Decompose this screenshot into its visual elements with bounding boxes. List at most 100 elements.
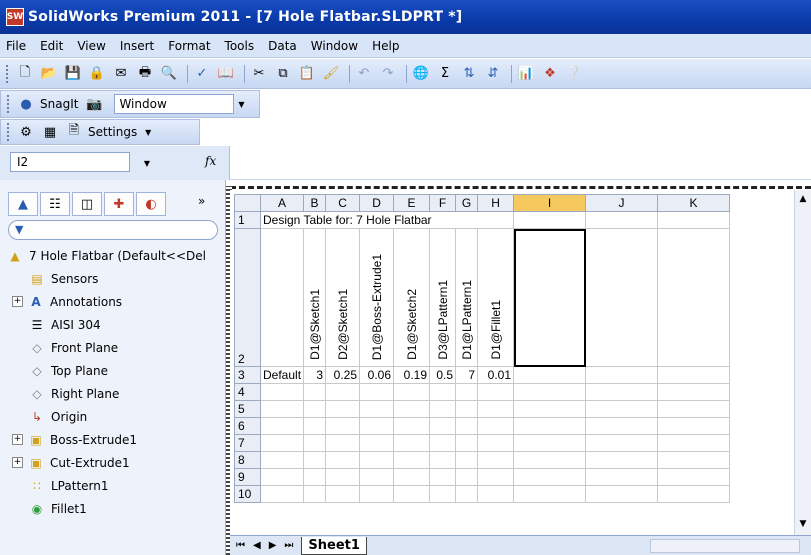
value-cell[interactable]: 0.5 — [429, 366, 457, 384]
col-header-j[interactable]: J — [585, 194, 659, 212]
sort-ascending-icon[interactable]: ⇅ — [459, 64, 479, 84]
last-sheet-icon[interactable]: ⏭ — [284, 540, 293, 551]
help-icon[interactable]: ❔ — [564, 64, 584, 84]
sheet-tab[interactable]: Sheet1 — [301, 536, 367, 555]
menu-window[interactable]: Window — [311, 39, 358, 53]
cell[interactable] — [513, 211, 587, 229]
menu-help[interactable]: Help — [372, 39, 399, 53]
expand-icon[interactable]: + — [12, 457, 23, 468]
cell[interactable] — [657, 366, 731, 384]
cut-icon[interactable]: ✂ — [249, 64, 269, 84]
value-cell[interactable]: 0.06 — [359, 366, 395, 384]
col-header-i[interactable]: I — [513, 194, 587, 212]
window-select[interactable]: Window — [114, 94, 235, 114]
vertical-scrollbar[interactable]: ▲ ▼ — [794, 190, 811, 535]
table-icon[interactable]: ▦ — [40, 122, 60, 142]
configuration-manager-tab-icon[interactable]: ◫ — [72, 192, 102, 216]
cell[interactable] — [657, 228, 731, 367]
menu-view[interactable]: View — [77, 39, 105, 53]
param-cell[interactable]: D1@LPattern1 — [455, 228, 479, 367]
value-cell[interactable]: 0.25 — [325, 366, 361, 384]
format-painter-icon[interactable]: 🖌 — [321, 64, 341, 84]
config-cell[interactable]: Default — [259, 366, 305, 384]
select-all-corner[interactable] — [234, 194, 261, 212]
first-sheet-icon[interactable]: ⏮ — [236, 540, 245, 551]
drawing-icon[interactable]: ❖ — [540, 64, 560, 84]
col-header-h[interactable]: H — [477, 194, 515, 212]
menu-data[interactable]: Data — [268, 39, 297, 53]
tree-item-material[interactable]: ☰ AISI 304 — [6, 313, 224, 336]
undo-icon[interactable]: ↶ — [354, 64, 374, 84]
row-header[interactable]: 10 — [234, 485, 261, 503]
expand-icon[interactable]: + — [12, 434, 23, 445]
function-icon[interactable]: fx — [205, 154, 216, 168]
name-box[interactable]: I2 — [10, 152, 130, 172]
filter-icon[interactable]: ▼ — [15, 223, 23, 236]
menu-file[interactable]: File — [6, 39, 26, 53]
param-cell[interactable]: D1@Fillet1 — [477, 228, 515, 367]
autosum-icon[interactable]: Σ — [435, 64, 455, 84]
formula-input[interactable] — [230, 146, 811, 180]
row-header[interactable]: 4 — [234, 383, 261, 401]
tree-item-top-plane[interactable]: ◇ Top Plane — [6, 359, 224, 382]
tree-item-fillet[interactable]: ◉ Fillet1 — [6, 497, 224, 520]
print-preview-icon[interactable]: 🔍 — [159, 64, 179, 84]
col-header-e[interactable]: E — [393, 194, 431, 212]
design-table-title[interactable]: Design Table for: 7 Hole Flatbar — [259, 211, 515, 229]
toolbar-grip[interactable] — [7, 95, 10, 113]
next-sheet-icon[interactable]: ▶ — [269, 540, 277, 551]
menu-insert[interactable]: Insert — [120, 39, 154, 53]
col-header-a[interactable]: A — [259, 194, 305, 212]
row-header[interactable]: 8 — [234, 451, 261, 469]
chart-wizard-icon[interactable]: 📊 — [516, 64, 536, 84]
col-header-c[interactable]: C — [325, 194, 361, 212]
save-icon[interactable]: 💾 — [63, 64, 83, 84]
display-manager-tab-icon[interactable]: ◐ — [136, 192, 166, 216]
prev-sheet-icon[interactable]: ◀ — [253, 540, 261, 551]
tree-item-origin[interactable]: ↳ Origin — [6, 405, 224, 428]
print-icon[interactable]: 🖶 — [135, 64, 155, 84]
row-header[interactable]: 2 — [234, 228, 261, 367]
cell[interactable] — [513, 366, 587, 384]
paste-icon[interactable]: 📋 — [297, 64, 317, 84]
sort-descending-icon[interactable]: ⇵ — [483, 64, 503, 84]
param-cell[interactable]: D1@Sketch1 — [303, 228, 327, 367]
col-header-b[interactable]: B — [303, 194, 327, 212]
menu-tools[interactable]: Tools — [225, 39, 255, 53]
more-tabs-icon[interactable]: » — [198, 194, 205, 208]
menu-format[interactable]: Format — [168, 39, 210, 53]
tree-item-right-plane[interactable]: ◇ Right Plane — [6, 382, 224, 405]
new-icon[interactable]: 🗋 — [15, 64, 35, 84]
feature-manager-tab-icon[interactable]: ▲ — [8, 192, 38, 216]
settings-button[interactable]: Settings — [88, 125, 137, 139]
filter-box[interactable]: ▼ — [8, 220, 218, 240]
param-cell[interactable]: D1@Sketch2 — [393, 228, 431, 367]
scroll-up-icon[interactable]: ▲ — [795, 194, 811, 208]
tree-item-annotations[interactable]: + A Annotations — [6, 290, 224, 313]
cell[interactable] — [657, 211, 731, 229]
snagit-label[interactable]: SnagIt — [40, 97, 78, 111]
col-header-k[interactable]: K — [657, 194, 731, 212]
cell[interactable] — [259, 228, 305, 367]
cell[interactable] — [585, 366, 659, 384]
row-header[interactable]: 1 — [234, 211, 261, 229]
toolbar-grip[interactable] — [6, 64, 9, 83]
col-header-f[interactable]: F — [429, 194, 457, 212]
param-cell[interactable]: D2@Sketch1 — [325, 228, 361, 367]
snagit-icon[interactable]: ● — [16, 94, 36, 114]
row-header[interactable]: 6 — [234, 417, 261, 435]
cell[interactable] — [585, 228, 659, 367]
value-cell[interactable]: 0.01 — [477, 366, 515, 384]
scroll-down-icon[interactable]: ▼ — [795, 519, 811, 533]
row-header[interactable]: 3 — [234, 366, 261, 384]
chevron-down-icon[interactable]: ▼ — [140, 154, 154, 172]
row-header[interactable]: 7 — [234, 434, 261, 452]
email-icon[interactable]: ✉ — [111, 64, 131, 84]
param-cell[interactable]: D3@LPattern1 — [429, 228, 457, 367]
dimxpert-tab-icon[interactable]: ✚ — [104, 192, 134, 216]
tree-item-cut-extrude[interactable]: + ▣ Cut-Extrude1 — [6, 451, 224, 474]
tree-root[interactable]: ▲ 7 Hole Flatbar (Default<<Del — [6, 244, 224, 267]
spelling-icon[interactable]: ✓ — [192, 64, 212, 84]
permission-icon[interactable]: 🔒 — [87, 64, 107, 84]
toolbar-grip[interactable] — [7, 123, 10, 141]
